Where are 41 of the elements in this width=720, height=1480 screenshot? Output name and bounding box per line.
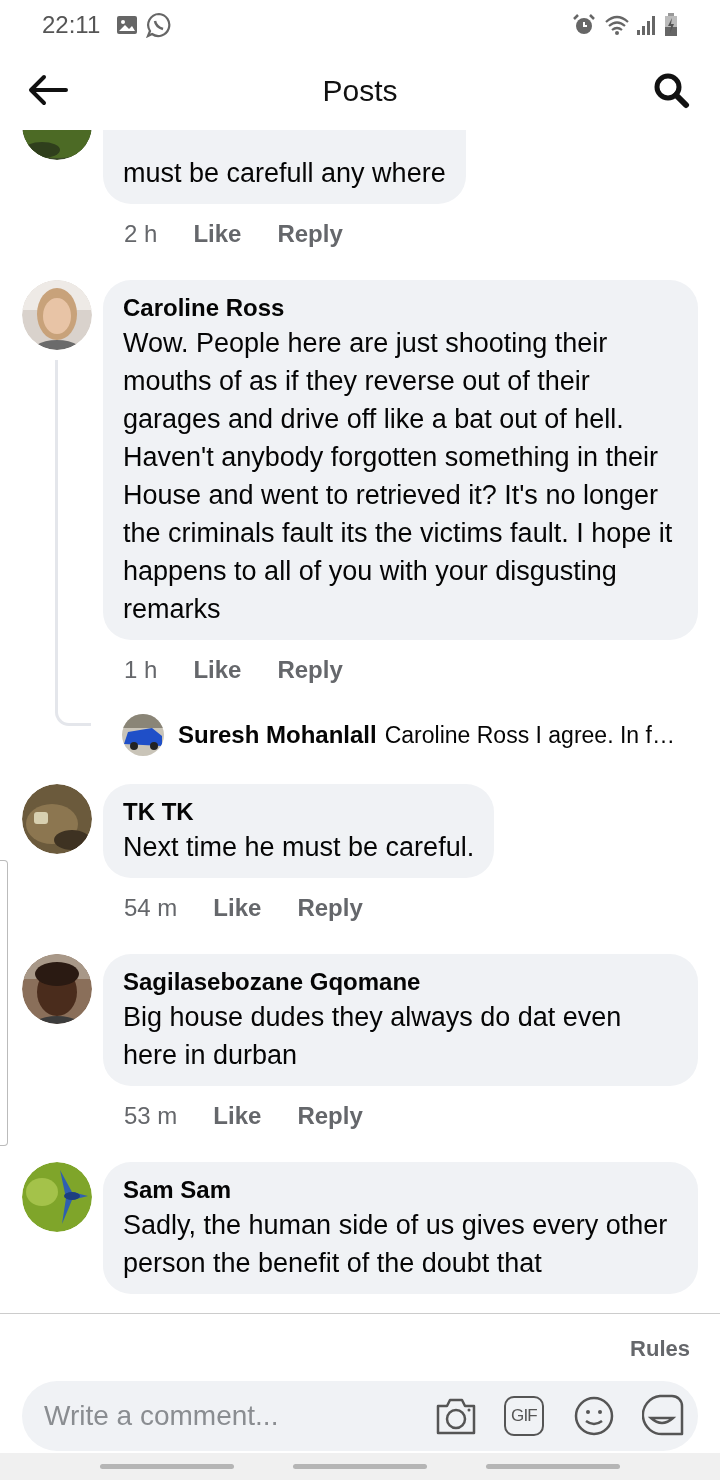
alarm-icon [572,13,596,37]
emoji-icon[interactable] [574,1396,614,1436]
rules-link[interactable]: Rules [630,1332,690,1365]
page-title: Posts [322,72,398,109]
status-time: 22:11 [42,10,101,40]
back-arrow-icon[interactable] [28,74,68,106]
comment-text: Wow. People here are just shooting their mouths of as if they reverse out of their garages and drive off like a bat out of hell. Haven't anybody forgotten something in their House and went to retrieved it? It's no longer the criminals fault its the victims fault. I hope it happens to all of you with your disgusting remarks [123,327,674,626]
comment-text: must be carefull any where [123,157,446,190]
reply-link[interactable]: Reply [297,1098,363,1134]
nav-handle[interactable] [99,1464,234,1469]
author-name[interactable]: Sagilasebozane Gqomane [123,966,678,998]
nav-handle[interactable] [486,1464,621,1469]
reply-author[interactable]: Suresh Mohanlall [178,717,377,753]
comment-input[interactable]: Write a comment... GIF [22,1381,698,1451]
gif-button[interactable]: GIF [504,1396,544,1436]
comment-time: 54 m [124,893,178,923]
author-name[interactable]: TK TK [123,796,475,828]
like-link[interactable]: Like [213,890,262,926]
battery-charging-icon [664,13,678,37]
reply-link[interactable]: Reply [277,216,343,252]
comment-time: 2 h [124,219,158,249]
comment-text: Next time he must be careful. [123,831,475,864]
like-link[interactable]: Like [213,1098,262,1134]
comment-time: 53 m [124,1101,178,1131]
signal-icon [636,14,656,36]
reply-preview[interactable]: Caroline Ross I agree. In f… [384,717,675,753]
camera-icon[interactable] [434,1396,478,1436]
comment-text: Big house dudes they always do dat even here in durban [123,1001,623,1072]
sticker-icon[interactable] [642,1394,684,1438]
comment-time: 1 h [124,655,158,685]
search-icon[interactable] [652,71,692,109]
image-icon [116,15,139,35]
like-link[interactable]: Like [193,216,242,252]
author-name[interactable]: Sam Sam [123,1174,678,1206]
author-name[interactable]: Caroline Ross [123,292,678,324]
reply-link[interactable]: Reply [277,652,343,688]
comment-text: Sadly, the human side of us gives every other person the benefit of the doubt that [123,1209,669,1280]
nav-handle[interactable] [293,1464,427,1469]
like-link[interactable]: Like [193,652,242,688]
chat-bubble-icon [146,12,173,38]
reply-link[interactable]: Reply [297,890,363,926]
